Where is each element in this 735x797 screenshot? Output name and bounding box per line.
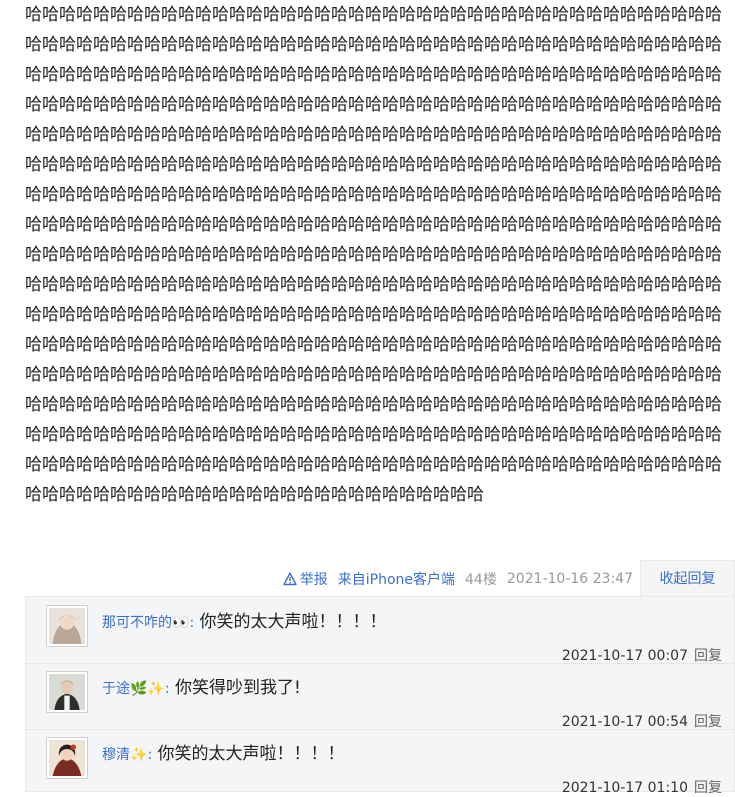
reply-meta: 2021-10-17 00:54 回复	[562, 711, 722, 731]
post-meta: 举报 来自iPhone客户端 44楼 2021-10-16 23:47	[283, 569, 633, 589]
report-label: 举报	[299, 572, 328, 588]
reply-button[interactable]: 回复	[694, 714, 722, 730]
reply-time: 2021-10-17 01:10	[561, 780, 688, 796]
post-datetime: 2021-10-16 23:47	[506, 571, 633, 587]
collapse-replies-button[interactable]: 收起回复	[640, 560, 735, 596]
client-source-link[interactable]: 来自iPhone客户端	[338, 569, 455, 589]
reply-button[interactable]: 回复	[694, 648, 722, 664]
warning-icon	[283, 572, 297, 586]
reply-text: 你笑的太大声啦！！！！	[194, 612, 387, 632]
user-avatar-image	[49, 608, 85, 644]
post-tail-bar: 举报 来自iPhone客户端 44楼 2021-10-16 23:47 收起回复	[0, 560, 735, 596]
reply-username[interactable]: 穆清✨	[102, 747, 147, 763]
reply-time: 2021-10-17 00:07	[561, 648, 688, 664]
floor-number: 44楼	[465, 572, 497, 588]
reply-username[interactable]: 于途🌿✨	[102, 681, 165, 697]
reply-item: 那可不咋的👀: 你笑的太大声啦！！！！ 2021-10-17 00:07 回复	[26, 597, 734, 664]
avatar[interactable]	[46, 605, 88, 647]
reply-username[interactable]: 那可不咋的👀	[102, 615, 189, 631]
post-content: 哈哈哈哈哈哈哈哈哈哈哈哈哈哈哈哈哈哈哈哈哈哈哈哈哈哈哈哈哈哈哈哈哈哈哈哈哈哈哈哈…	[25, 5, 722, 505]
reply-meta: 2021-10-17 00:07 回复	[562, 645, 722, 665]
reply-text: 你笑的太大声啦！！！！	[152, 744, 345, 764]
reply-item: 穆清✨: 你笑的太大声啦！！！！ 2021-10-17 01:10 回复	[26, 729, 734, 797]
reply-text: 你笑得吵到我了!	[169, 678, 301, 698]
reply-button[interactable]: 回复	[694, 780, 722, 796]
user-avatar-image	[49, 674, 85, 710]
reply-list: 那可不咋的👀: 你笑的太大声啦！！！！ 2021-10-17 00:07 回复 于…	[25, 596, 735, 797]
report-link[interactable]: 举报	[283, 569, 328, 589]
avatar[interactable]	[46, 737, 88, 779]
reply-line: 那可不咋的👀: 你笑的太大声啦！！！！	[102, 607, 387, 632]
avatar[interactable]	[46, 671, 88, 713]
reply-time: 2021-10-17 00:54	[561, 714, 688, 730]
reply-meta: 2021-10-17 01:10 回复	[562, 777, 722, 797]
reply-line: 于途🌿✨: 你笑得吵到我了!	[102, 673, 301, 698]
reply-item: 于途🌿✨: 你笑得吵到我了! 2021-10-17 00:54 回复	[26, 663, 734, 730]
user-avatar-image	[49, 740, 85, 776]
reply-line: 穆清✨: 你笑的太大声啦！！！！	[102, 739, 345, 764]
